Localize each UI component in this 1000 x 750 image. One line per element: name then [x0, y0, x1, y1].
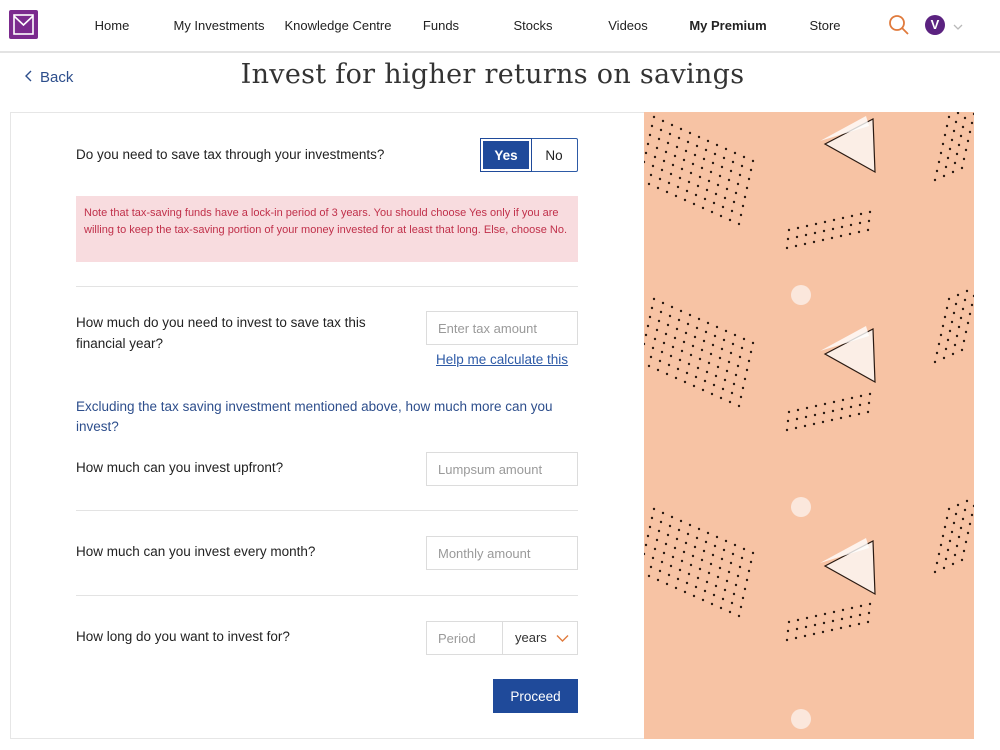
search-icon[interactable] [887, 13, 911, 37]
nav-item-store[interactable]: Store [809, 18, 840, 33]
nav-item-videos[interactable]: Videos [608, 18, 648, 33]
pattern-illustration [644, 112, 974, 729]
avatar[interactable]: V [925, 15, 945, 35]
yes-button[interactable]: Yes [480, 138, 532, 172]
page-title: Invest for higher returns on savings [240, 59, 745, 90]
excluding-subheading: Excluding the tax saving investment ment… [76, 399, 553, 434]
nav-item-stocks[interactable]: Stocks [513, 18, 552, 33]
help-calculate-link[interactable]: Help me calculate this [436, 352, 568, 367]
logo[interactable] [9, 10, 38, 39]
monthly-question-label: How much can you invest every month? [76, 544, 316, 559]
top-navigation: Home My Investments Knowledge Centre Fun… [0, 0, 1000, 53]
chevron-down-icon [556, 635, 569, 642]
nav-item-home[interactable]: Home [95, 18, 130, 33]
lumpsum-amount-input[interactable] [426, 452, 578, 486]
chevron-down-icon[interactable] [952, 19, 964, 30]
divider [76, 510, 578, 511]
decorative-pattern [644, 112, 974, 739]
lock-in-note: Note that tax-saving funds have a lock-i… [76, 196, 578, 262]
period-unit-value: years [515, 630, 547, 645]
period-unit-select[interactable]: years [502, 621, 578, 655]
nav-item-knowledge-centre[interactable]: Knowledge Centre [285, 18, 392, 33]
nav-item-my-investments[interactable]: My Investments [173, 18, 264, 33]
monthly-amount-input[interactable] [426, 536, 578, 570]
tax-amount-question-label: How much do you need to invest to save t… [76, 315, 366, 351]
period-input[interactable] [426, 621, 503, 655]
divider [76, 286, 578, 287]
nav-item-my-premium[interactable]: My Premium [689, 18, 766, 33]
divider [76, 595, 578, 596]
tax-amount-input[interactable] [426, 311, 578, 345]
upfront-question-label: How much can you invest upfront? [76, 460, 284, 475]
nav-item-funds[interactable]: Funds [423, 18, 459, 33]
tax-question-label: Do you need to save tax through your inv… [76, 147, 385, 162]
proceed-button[interactable]: Proceed [493, 679, 578, 713]
period-question-label: How long do you want to invest for? [76, 629, 290, 644]
no-button[interactable]: No [531, 139, 577, 171]
tax-toggle: Yes No [480, 138, 578, 172]
